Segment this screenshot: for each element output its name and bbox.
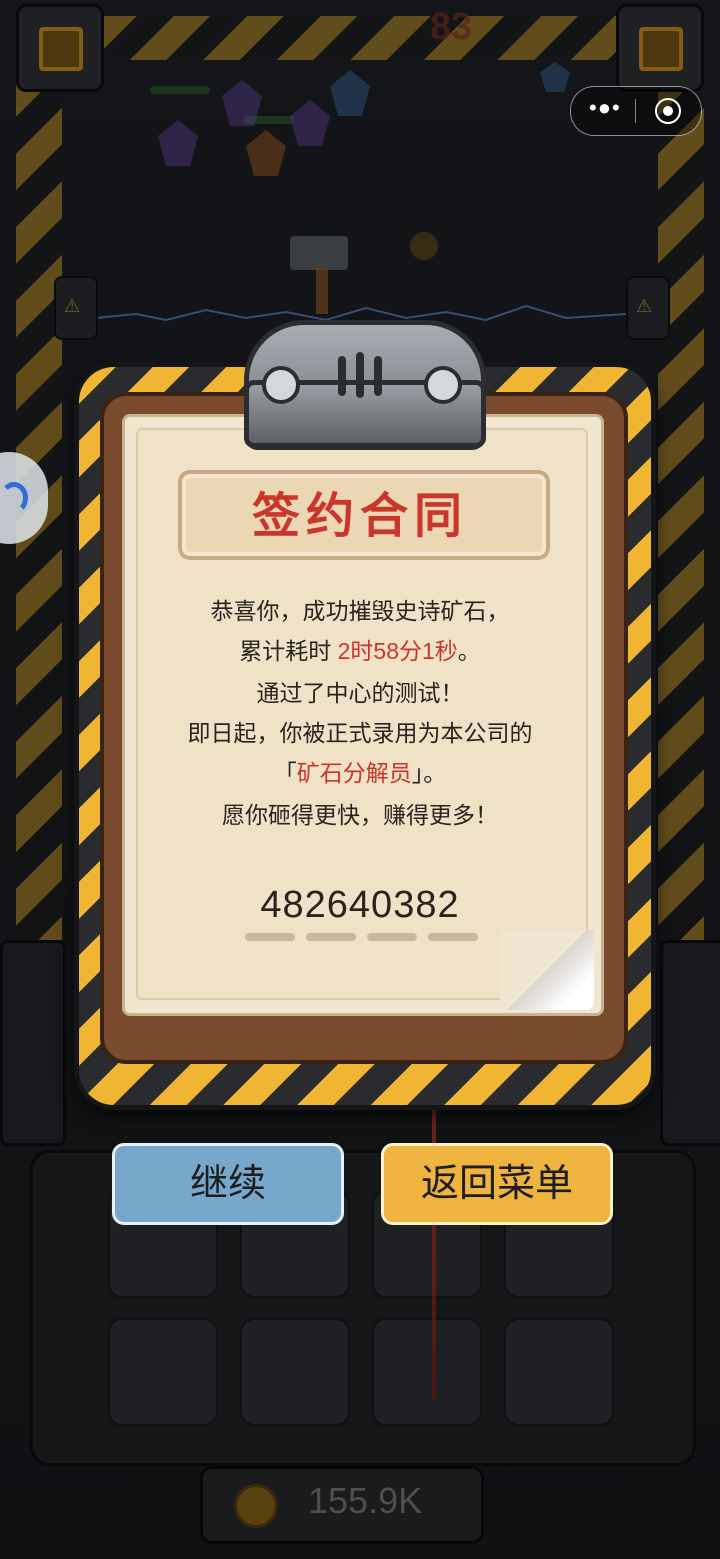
contract-line-3: 通过了中心的测试！ (256, 680, 464, 706)
clip-rivet-left (262, 366, 300, 404)
paper-page-curl (500, 930, 594, 1010)
continue-button[interactable]: 继续 (112, 1143, 344, 1225)
contract-line-2: 累计耗时 2时58分1秒。 (239, 638, 481, 664)
close-target-icon[interactable] (655, 98, 681, 124)
signature-dash (367, 933, 417, 941)
clip-grip (338, 356, 346, 396)
signature-dash (428, 933, 478, 941)
more-dots-icon[interactable]: •●• (589, 95, 621, 121)
clip-rivet-right (424, 366, 462, 404)
contract-line-5: 「矿石分解员」。 (273, 760, 447, 786)
clip-grip (356, 352, 364, 398)
contract-line-6: 愿你砸得更快，赚得更多！ (222, 802, 498, 828)
contract-line-4: 即日起，你被正式录用为本公司的 (187, 720, 533, 746)
contract-line-1: 恭喜你，成功摧毁史诗矿石， (210, 598, 510, 624)
wechat-capsule: •●• (570, 86, 702, 136)
signature-dash (245, 933, 295, 941)
employee-number: 482640382 (260, 884, 460, 926)
elapsed-time: 2时58分1秒 (337, 638, 458, 664)
job-title: 矿石分解员 (296, 760, 412, 786)
return-menu-button[interactable]: 返回菜单 (381, 1143, 613, 1225)
clip-grip (374, 356, 382, 396)
refresh-icon (0, 482, 28, 514)
signature-dash (306, 933, 356, 941)
contract-title: 签约合同 (251, 490, 468, 543)
